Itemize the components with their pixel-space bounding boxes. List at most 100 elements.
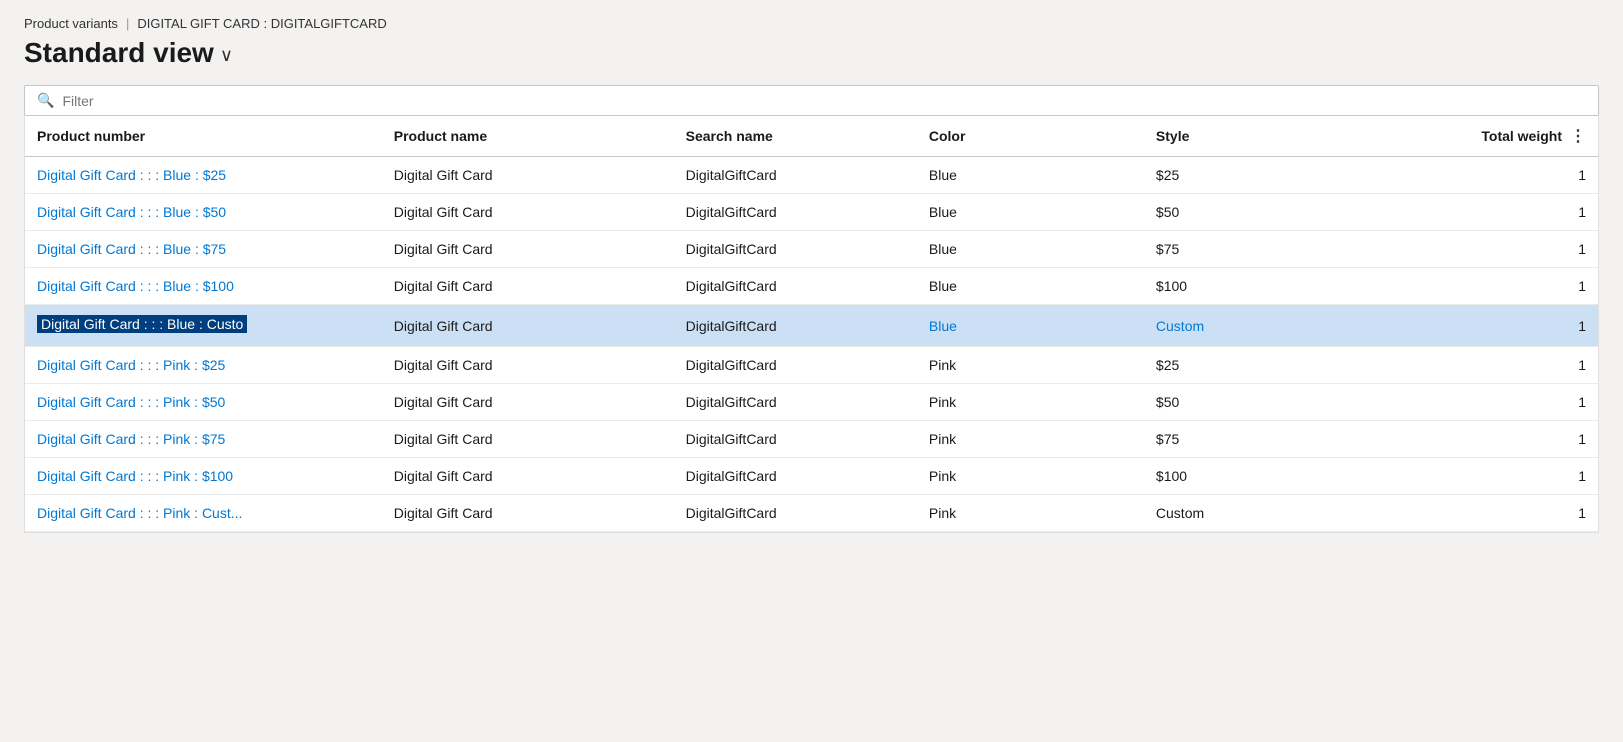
- selected-product-number-label: Digital Gift Card : : : Blue : Custo: [37, 315, 247, 333]
- cell-color: Pink: [917, 384, 1144, 421]
- cell-product-name: Digital Gift Card: [382, 305, 674, 347]
- cell-style: Custom: [1144, 305, 1403, 347]
- cell-color: Pink: [917, 421, 1144, 458]
- col-header-style: Style: [1144, 116, 1403, 157]
- col-header-total-weight: Total weight ⋮: [1403, 116, 1598, 157]
- table-row[interactable]: Digital Gift Card : : : Blue : Custo Digi…: [25, 305, 1598, 347]
- product-number-link[interactable]: Digital Gift Card : : : Pink : $75: [37, 431, 225, 447]
- table-row[interactable]: Digital Gift Card : : : Blue : $25 Digita…: [25, 157, 1598, 194]
- table-row[interactable]: Digital Gift Card : : : Pink : $25 Digita…: [25, 347, 1598, 384]
- cell-color: Blue: [917, 231, 1144, 268]
- cell-product-name: Digital Gift Card: [382, 157, 674, 194]
- cell-style: $50: [1144, 194, 1403, 231]
- cell-product-name: Digital Gift Card: [382, 194, 674, 231]
- filter-bar: 🔍: [24, 85, 1599, 116]
- cell-search-name: DigitalGiftCard: [674, 305, 917, 347]
- cell-color: Blue: [917, 194, 1144, 231]
- breadcrumb-current: DIGITAL GIFT CARD : DIGITALGIFTCARD: [137, 16, 386, 31]
- cell-search-name: DigitalGiftCard: [674, 495, 917, 532]
- product-number-link[interactable]: Digital Gift Card : : : Pink : $50: [37, 394, 225, 410]
- cell-product-number: Digital Gift Card : : : Blue : $100: [25, 268, 382, 305]
- cell-color: Blue: [917, 305, 1144, 347]
- product-number-link[interactable]: Digital Gift Card : : : Blue : $25: [37, 167, 226, 183]
- cell-product-name: Digital Gift Card: [382, 268, 674, 305]
- product-number-link[interactable]: Digital Gift Card : : : Pink : $100: [37, 468, 233, 484]
- product-number-link[interactable]: Digital Gift Card : : : Blue : $100: [37, 278, 234, 294]
- cell-style: $75: [1144, 231, 1403, 268]
- filter-input[interactable]: [62, 93, 1586, 109]
- table-header-row: Product number Product name Search name …: [25, 116, 1598, 157]
- cell-product-number: Digital Gift Card : : : Pink : Cust...: [25, 495, 382, 532]
- chevron-down-icon[interactable]: ∨: [220, 45, 233, 66]
- cell-product-name: Digital Gift Card: [382, 458, 674, 495]
- breadcrumb: Product variants | DIGITAL GIFT CARD : D…: [24, 16, 1599, 31]
- cell-product-number: Digital Gift Card : : : Pink : $25: [25, 347, 382, 384]
- cell-total-weight: 1: [1403, 495, 1598, 532]
- cell-total-weight: 1: [1403, 231, 1598, 268]
- cell-style: $100: [1144, 268, 1403, 305]
- table-container: Product number Product name Search name …: [24, 116, 1599, 533]
- page-title: Standard view: [24, 37, 214, 69]
- product-number-link[interactable]: Digital Gift Card : : : Blue : $50: [37, 204, 226, 220]
- table-row[interactable]: Digital Gift Card : : : Pink : $75 Digita…: [25, 421, 1598, 458]
- cell-style: $100: [1144, 458, 1403, 495]
- cell-search-name: DigitalGiftCard: [674, 421, 917, 458]
- cell-color: Pink: [917, 458, 1144, 495]
- cell-product-number: Digital Gift Card : : : Blue : $50: [25, 194, 382, 231]
- cell-color: Blue: [917, 157, 1144, 194]
- cell-product-name: Digital Gift Card: [382, 495, 674, 532]
- cell-total-weight: 1: [1403, 421, 1598, 458]
- cell-total-weight: 1: [1403, 458, 1598, 495]
- product-number-link[interactable]: Digital Gift Card : : : Blue : $75: [37, 241, 226, 257]
- cell-color: Pink: [917, 495, 1144, 532]
- search-icon: 🔍: [37, 92, 54, 109]
- cell-product-name: Digital Gift Card: [382, 384, 674, 421]
- column-menu-icon[interactable]: ⋮: [1570, 126, 1586, 146]
- cell-search-name: DigitalGiftCard: [674, 157, 917, 194]
- cell-search-name: DigitalGiftCard: [674, 268, 917, 305]
- breadcrumb-separator: |: [126, 16, 129, 31]
- cell-color: Pink: [917, 347, 1144, 384]
- page-title-row: Standard view ∨: [24, 37, 1599, 69]
- table-row[interactable]: Digital Gift Card : : : Pink : $100 Digit…: [25, 458, 1598, 495]
- cell-color: Blue: [917, 268, 1144, 305]
- col-header-product-number: Product number: [25, 116, 382, 157]
- cell-style: $75: [1144, 421, 1403, 458]
- cell-product-number: Digital Gift Card : : : Blue : $25: [25, 157, 382, 194]
- cell-total-weight: 1: [1403, 194, 1598, 231]
- cell-style: $25: [1144, 347, 1403, 384]
- product-number-link[interactable]: Digital Gift Card : : : Pink : $25: [37, 357, 225, 373]
- cell-product-name: Digital Gift Card: [382, 421, 674, 458]
- col-header-color: Color: [917, 116, 1144, 157]
- cell-total-weight: 1: [1403, 384, 1598, 421]
- col-header-search-name: Search name: [674, 116, 917, 157]
- product-variants-table: Product number Product name Search name …: [25, 116, 1598, 532]
- cell-total-weight: 1: [1403, 157, 1598, 194]
- cell-product-number: Digital Gift Card : : : Pink : $100: [25, 458, 382, 495]
- product-number-link[interactable]: Digital Gift Card : : : Pink : Cust...: [37, 505, 242, 521]
- col-header-product-name: Product name: [382, 116, 674, 157]
- cell-search-name: DigitalGiftCard: [674, 194, 917, 231]
- table-row[interactable]: Digital Gift Card : : : Blue : $75 Digita…: [25, 231, 1598, 268]
- cell-product-name: Digital Gift Card: [382, 347, 674, 384]
- cell-search-name: DigitalGiftCard: [674, 231, 917, 268]
- cell-total-weight: 1: [1403, 347, 1598, 384]
- cell-product-number: Digital Gift Card : : : Blue : $75: [25, 231, 382, 268]
- table-row[interactable]: Digital Gift Card : : : Blue : $100 Digit…: [25, 268, 1598, 305]
- table-row[interactable]: Digital Gift Card : : : Pink : $50 Digita…: [25, 384, 1598, 421]
- cell-product-number: Digital Gift Card : : : Pink : $75: [25, 421, 382, 458]
- table-row[interactable]: Digital Gift Card : : : Blue : $50 Digita…: [25, 194, 1598, 231]
- cell-style: $25: [1144, 157, 1403, 194]
- cell-product-number: Digital Gift Card : : : Pink : $50: [25, 384, 382, 421]
- cell-search-name: DigitalGiftCard: [674, 384, 917, 421]
- breadcrumb-link[interactable]: Product variants: [24, 16, 118, 31]
- cell-search-name: DigitalGiftCard: [674, 458, 917, 495]
- cell-product-name: Digital Gift Card: [382, 231, 674, 268]
- cell-product-number: Digital Gift Card : : : Blue : Custo: [25, 305, 382, 347]
- cell-search-name: DigitalGiftCard: [674, 347, 917, 384]
- cell-style: $50: [1144, 384, 1403, 421]
- cell-style: Custom: [1144, 495, 1403, 532]
- cell-total-weight: 1: [1403, 305, 1598, 347]
- cell-total-weight: 1: [1403, 268, 1598, 305]
- table-row[interactable]: Digital Gift Card : : : Pink : Cust... Di…: [25, 495, 1598, 532]
